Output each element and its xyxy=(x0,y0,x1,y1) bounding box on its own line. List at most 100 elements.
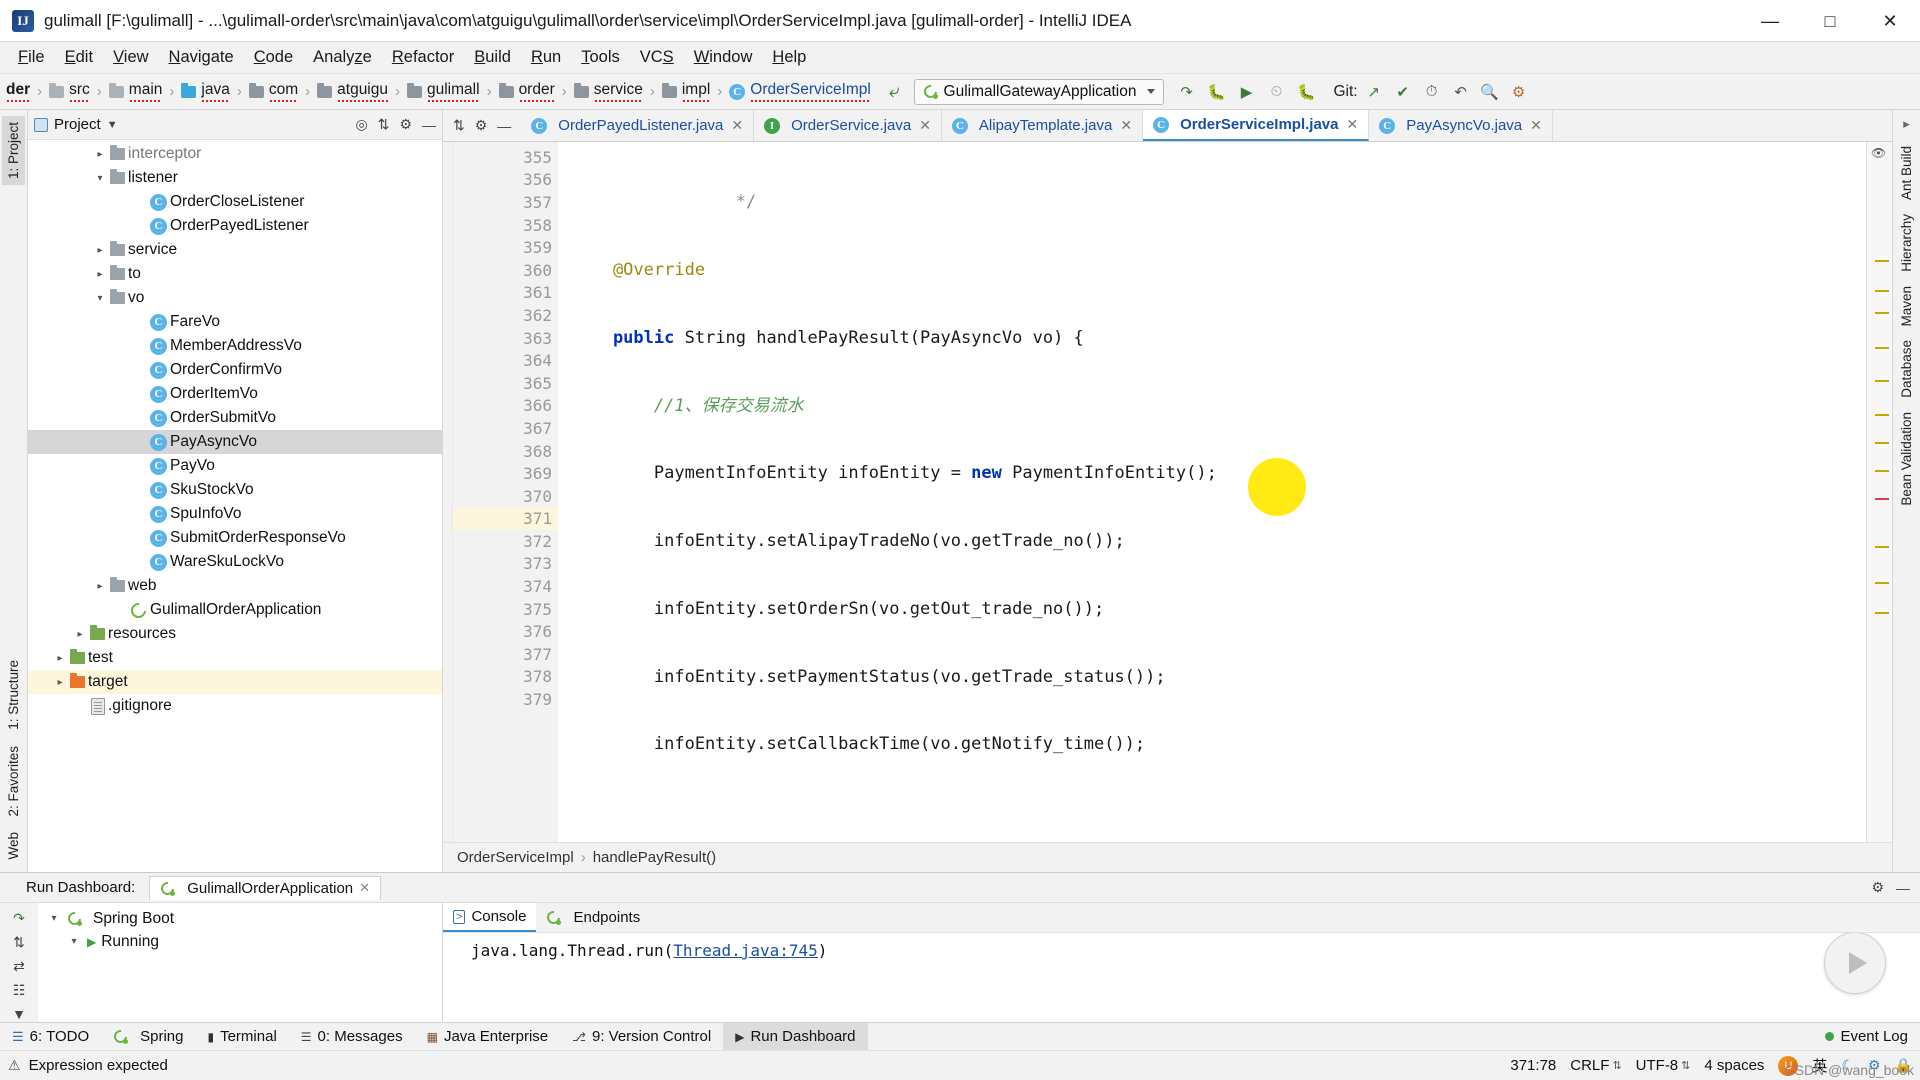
tool-tab-ant-build[interactable]: Ant Build xyxy=(1895,140,1918,206)
settings-icon[interactable]: ⚙ xyxy=(1506,79,1532,105)
menu-window[interactable]: Window xyxy=(684,44,763,71)
resume-program-button[interactable] xyxy=(1824,933,1886,994)
line-number-366[interactable]: 366 xyxy=(453,395,558,418)
tool-tab-database[interactable]: Database xyxy=(1895,334,1918,404)
run-dashboard-tab[interactable]: GulimallOrderApplication ✕ xyxy=(149,875,382,900)
chevron-down-icon[interactable]: ▾ xyxy=(92,293,108,304)
hide-icon[interactable]: — xyxy=(1896,880,1910,896)
menu-refactor[interactable]: Refactor xyxy=(382,44,464,71)
line-number-365[interactable]: 365 xyxy=(453,372,558,395)
tool-tab-web[interactable]: Web xyxy=(2,826,25,866)
line-number-360[interactable]: 360 xyxy=(453,259,558,282)
chevron-right-icon[interactable]: ▸ xyxy=(92,245,108,256)
breadcrumb-item-atguigu[interactable]: atguigu xyxy=(315,81,390,102)
editor-tab-orderserviceimpl[interactable]: C OrderServiceImpl.java ✕ xyxy=(1143,110,1370,141)
close-icon[interactable]: ✕ xyxy=(359,880,370,896)
tree-item-submitorderresponsevo[interactable]: C SubmitOrderResponseVo xyxy=(28,526,442,550)
menu-help[interactable]: Help xyxy=(762,44,816,71)
breadcrumb-item-java[interactable]: java xyxy=(179,81,231,102)
console-stack-link[interactable]: Thread.java:745 xyxy=(673,941,818,960)
line-number-371[interactable]: 371 xyxy=(453,507,558,531)
editor-tab-orderpayedlistener[interactable]: C OrderPayedListener.java ✕ xyxy=(521,110,755,141)
tree-item-resources[interactable]: ▸ resources xyxy=(28,622,442,646)
collapse-all-icon[interactable]: ⇄ xyxy=(13,958,25,975)
collapse-all-icon[interactable]: ⇅ xyxy=(378,116,390,133)
line-number-369[interactable]: 369 xyxy=(453,462,558,485)
console-output[interactable]: java.lang.Thread.run(Thread.java:745) xyxy=(443,933,1920,1022)
tree-item-vo[interactable]: ▾ vo xyxy=(28,286,442,310)
close-icon[interactable]: ✕ xyxy=(1530,117,1542,134)
tw-button-spring[interactable]: Spring xyxy=(101,1023,195,1050)
breadcrumb-item-main[interactable]: main xyxy=(107,81,165,102)
event-log-label[interactable]: Event Log xyxy=(1840,1028,1908,1045)
expand-all-icon[interactable]: ⇅ xyxy=(13,934,25,951)
close-icon[interactable]: ✕ xyxy=(919,117,931,134)
chevron-right-icon[interactable]: ▸ xyxy=(92,149,108,160)
chevron-right-icon[interactable]: ▸ xyxy=(52,677,68,688)
breadcrumb-class[interactable]: OrderServiceImpl xyxy=(457,849,574,866)
group-icon[interactable]: ☷ xyxy=(13,982,26,999)
menu-tools[interactable]: Tools xyxy=(571,44,630,71)
breadcrumb-item-gulimall[interactable]: gulimall xyxy=(405,81,482,102)
line-number-361[interactable]: 361 xyxy=(453,282,558,305)
tree-item-memberaddressvo[interactable]: C MemberAddressVo xyxy=(28,334,442,358)
chevron-right-icon[interactable]: ▸ xyxy=(72,629,88,640)
chevron-down-icon[interactable]: ▾ xyxy=(46,913,62,924)
run-with-coverage-icon[interactable]: ▶ xyxy=(1234,79,1260,105)
tree-item-payasyncvo[interactable]: C PayAsyncVo xyxy=(28,430,442,454)
chevron-down-icon[interactable]: ▾ xyxy=(92,173,108,184)
sort-tabs-icon[interactable]: ⇅ xyxy=(453,117,465,134)
run-tree-item-spring-boot[interactable]: ▾ Spring Boot xyxy=(38,907,442,930)
tree-item-orderpayedlistener[interactable]: C OrderPayedListener xyxy=(28,214,442,238)
menu-edit[interactable]: Edit xyxy=(55,44,103,71)
tab-endpoints[interactable]: Endpoints xyxy=(536,903,650,932)
run-configuration-selector[interactable]: GulimallGatewayApplication xyxy=(913,78,1164,105)
history-icon[interactable]: ⏱ xyxy=(1419,79,1445,105)
maximize-button[interactable]: □ xyxy=(1800,0,1860,42)
filter-icon[interactable]: ▼ xyxy=(12,1006,26,1022)
tree-item-web[interactable]: ▸ web xyxy=(28,574,442,598)
tool-tab-project[interactable]: 1: Project xyxy=(2,116,25,186)
tab-console[interactable]: > Console xyxy=(443,903,537,932)
line-number-364[interactable]: 364 xyxy=(453,349,558,372)
chevron-right-icon[interactable]: ▸ xyxy=(52,653,68,664)
run-tree-item-running[interactable]: ▾ ▶ Running xyxy=(38,930,442,953)
caret-position[interactable]: 371:78 xyxy=(1510,1057,1556,1074)
breadcrumb-item-src[interactable]: src xyxy=(47,81,92,102)
attach-debugger-icon[interactable]: 🐛 xyxy=(1294,79,1320,105)
tool-tab-hierarchy[interactable]: Hierarchy xyxy=(1895,208,1918,278)
line-number-370[interactable]: 370 xyxy=(453,485,558,508)
project-tree[interactable]: ▸ interceptor ▾ listener C OrderCloseListener… xyxy=(28,140,442,872)
close-icon[interactable]: ✕ xyxy=(731,117,743,134)
menu-navigate[interactable]: Navigate xyxy=(159,44,244,71)
tree-item-service[interactable]: ▸ service xyxy=(28,238,442,262)
menu-build[interactable]: Build xyxy=(464,44,521,71)
tw-button-todo[interactable]: ☰ 6: TODO xyxy=(0,1023,101,1050)
inspection-status-icon[interactable]: 👁 xyxy=(1871,146,1886,160)
rerun-icon[interactable]: ↷ xyxy=(13,910,25,927)
commit-icon[interactable]: ✔ xyxy=(1390,79,1416,105)
tool-tab-bean-validation[interactable]: Bean Validation xyxy=(1895,406,1918,512)
tw-button-terminal[interactable]: ▮ Terminal xyxy=(195,1023,288,1050)
chevron-down-icon[interactable]: ▾ xyxy=(66,936,82,947)
gear-icon[interactable]: ⚙ xyxy=(475,117,488,134)
line-number-374[interactable]: 374 xyxy=(453,575,558,598)
breadcrumb-item-order[interactable]: der xyxy=(4,81,32,102)
tree-item-payvo[interactable]: C PayVo xyxy=(28,454,442,478)
minimize-button[interactable]: — xyxy=(1740,0,1800,42)
breadcrumb-method[interactable]: handlePayResult() xyxy=(593,849,716,866)
breadcrumb-item-impl[interactable]: impl xyxy=(660,81,712,102)
line-number-363[interactable]: 363 xyxy=(453,327,558,350)
menu-code[interactable]: Code xyxy=(244,44,303,71)
line-number-368[interactable]: 368- xyxy=(453,440,582,463)
tool-tab-maven[interactable]: Maven xyxy=(1895,280,1918,333)
line-number-367[interactable]: 367 xyxy=(453,417,558,440)
gear-icon[interactable]: ⚙ xyxy=(399,116,412,133)
tree-item-to[interactable]: ▸ to xyxy=(28,262,442,286)
menu-vcs[interactable]: VCS xyxy=(630,44,684,71)
tree-item-ordercloselistener[interactable]: C OrderCloseListener xyxy=(28,190,442,214)
search-everywhere-icon[interactable]: 🔍 xyxy=(1477,79,1503,105)
line-number-362[interactable]: 362 xyxy=(453,304,558,327)
tree-item-spuinfovo[interactable]: C SpuInfoVo xyxy=(28,502,442,526)
breadcrumb-item-orderserviceimpl[interactable]: C OrderServiceImpl xyxy=(727,81,873,102)
